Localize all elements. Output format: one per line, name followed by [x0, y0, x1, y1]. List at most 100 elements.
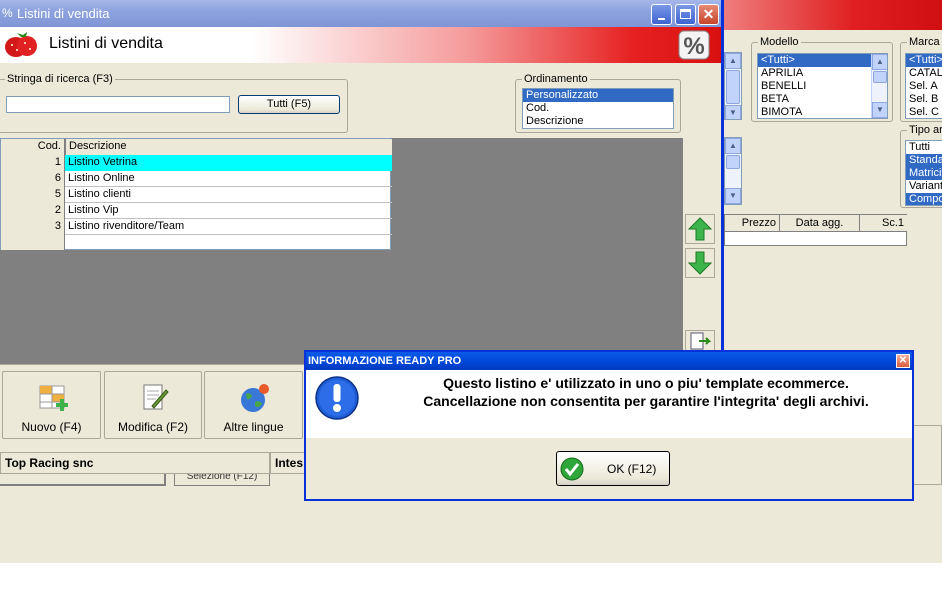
list-item[interactable]: <Tutti>: [906, 54, 942, 67]
list-item[interactable]: Standar: [906, 154, 942, 167]
list-item[interactable]: Varianti: [906, 180, 942, 193]
list-item[interactable]: Descrizione: [523, 115, 673, 128]
edit-button-label: Modifica (F2): [117, 420, 188, 434]
column-header-descrizione[interactable]: Descrizione: [65, 139, 392, 155]
scroll-up-icon[interactable]: ▲: [725, 53, 741, 69]
background-listbox-left-2[interactable]: ▲ ▼: [724, 137, 742, 205]
list-item[interactable]: <Tutti>: [758, 54, 887, 67]
search-groupbox: Stringa di ricerca (F3) Tutti (F5): [0, 73, 348, 133]
list-item[interactable]: BIMOTA: [758, 106, 887, 118]
scroll-thumb[interactable]: [726, 155, 740, 169]
table-row[interactable]: 1 Listino Vetrina: [1, 155, 392, 171]
list-item[interactable]: Sel. B: [906, 93, 942, 106]
close-button[interactable]: ✕: [698, 4, 719, 25]
window-titlebar: % Listini di vendita ✕: [0, 0, 721, 27]
cell-descrizione: Listino clienti: [68, 188, 131, 200]
list-item[interactable]: Tutti: [906, 141, 942, 154]
table-row[interactable]: 6 Listino Online: [1, 171, 392, 187]
ordering-label: Ordinamento: [522, 73, 590, 85]
move-down-button[interactable]: [685, 248, 715, 278]
modello-label: Modello: [758, 36, 801, 48]
maximize-button[interactable]: [675, 4, 696, 25]
modello-groupbox: Modello <Tutti> APRILIA BENELLI BETA BIM…: [751, 36, 893, 122]
dialog-body: Questo listino e' utilizzato in uno o pi…: [306, 370, 912, 438]
header-title: Listini di vendita: [49, 35, 163, 52]
list-item[interactable]: APRILIA: [758, 67, 887, 80]
other-languages-label: Altre lingue: [223, 420, 284, 434]
cell-cod: 1: [1, 155, 65, 171]
new-table-icon: [39, 385, 68, 411]
background-window-titlebar: [720, 0, 942, 30]
marca-groupbox: Marca <Tutti> CATALO Sel. A Sel. B Sel. …: [900, 36, 942, 122]
dialog-message-line2: Cancellazione non consentita per garanti…: [423, 393, 869, 409]
search-label: Stringa di ricerca (F3): [5, 73, 115, 85]
list-item[interactable]: Sel. C: [906, 106, 942, 118]
column-header-sc1[interactable]: Sc.1: [860, 215, 907, 232]
ordering-listbox[interactable]: Personalizzato Cod. Descrizione: [522, 88, 674, 129]
background-price-table: Prezzo Data agg. Sc.1: [724, 214, 907, 246]
cell-cod: 2: [1, 203, 65, 219]
info-dialog: INFORMAZIONE READY PRO ✕ Questo listino …: [304, 350, 914, 501]
export-button[interactable]: [685, 330, 715, 352]
arrow-down-icon: [687, 251, 713, 275]
grid-header-row: Cod. Descrizione: [1, 139, 392, 155]
clipped-selection-button[interactable]: Selezione (F12): [174, 474, 270, 486]
move-up-button[interactable]: [685, 214, 715, 244]
maximize-icon: [680, 9, 691, 19]
table-row-empty[interactable]: [1, 235, 392, 251]
close-icon: ✕: [702, 6, 715, 22]
ok-button-label: OK (F12): [607, 462, 657, 476]
scroll-down-icon[interactable]: ▼: [725, 105, 741, 119]
list-item[interactable]: CATALO: [906, 67, 942, 80]
tipo-articolo-groupbox: Tipo art Tutti Standar Matrici Varianti …: [900, 124, 942, 208]
modello-listbox[interactable]: <Tutti> APRILIA BENELLI BETA BIMOTA ▲ ▼: [757, 53, 888, 119]
list-item[interactable]: Sel. A: [906, 80, 942, 93]
table-row[interactable]: 3 Listino rivenditore/Team: [1, 219, 392, 235]
list-item[interactable]: Cod.: [523, 102, 673, 115]
document-export-icon: [690, 332, 712, 350]
svg-text:%: %: [683, 33, 704, 60]
scroll-thumb[interactable]: [726, 70, 740, 104]
table-row[interactable]: 2 Listino Vip: [1, 203, 392, 219]
list-item[interactable]: BENELLI: [758, 80, 887, 93]
edit-button[interactable]: Modifica (F2): [104, 371, 202, 439]
marca-label: Marca: [907, 36, 942, 48]
arrow-up-icon: [687, 217, 713, 241]
scroll-thumb[interactable]: [873, 71, 887, 83]
minimize-button[interactable]: [651, 4, 672, 25]
cell-descrizione: Listino Online: [68, 172, 135, 184]
scroll-down-icon[interactable]: ▼: [725, 188, 741, 204]
column-header-cod[interactable]: Cod.: [1, 139, 65, 155]
list-item[interactable]: Compos: [906, 193, 942, 205]
background-toolbar-fragment: [912, 425, 942, 485]
column-header-data-agg[interactable]: Data agg.: [780, 215, 860, 232]
scroll-down-icon[interactable]: ▼: [872, 102, 887, 118]
globe-icon: [241, 384, 269, 412]
all-button[interactable]: Tutti (F5): [238, 95, 340, 114]
minimize-icon: [658, 18, 665, 20]
other-languages-button[interactable]: Altre lingue: [204, 371, 303, 439]
pricelist-grid: Cod. Descrizione 1 Listino Vetrina 6 Lis…: [0, 138, 392, 251]
percent-icon: %: [678, 30, 710, 60]
list-item[interactable]: BETA: [758, 93, 887, 106]
marca-listbox[interactable]: <Tutti> CATALO Sel. A Sel. B Sel. C: [905, 53, 942, 119]
info-exclamation-icon: [315, 376, 359, 420]
table-row[interactable]: 5 Listino clienti: [1, 187, 392, 203]
background-listbox-left[interactable]: ▲ ▼: [724, 52, 742, 120]
ok-button[interactable]: OK (F12): [556, 451, 670, 486]
tipo-articolo-listbox[interactable]: Tutti Standar Matrici Varianti Compos: [905, 140, 942, 206]
list-item[interactable]: Personalizzato: [523, 89, 673, 102]
scroll-up-icon[interactable]: ▲: [725, 138, 741, 154]
cell-cod: 5: [1, 187, 65, 203]
search-input[interactable]: [6, 96, 230, 113]
dialog-close-button[interactable]: ✕: [896, 354, 910, 368]
window-header: Listini di vendita %: [0, 27, 721, 63]
ordering-groupbox: Ordinamento Personalizzato Cod. Descrizi…: [515, 73, 681, 133]
cell-descrizione: [65, 235, 392, 251]
cell-cod: [1, 235, 65, 250]
status-company: Top Racing snc: [0, 452, 270, 474]
scroll-up-icon[interactable]: ▲: [872, 54, 887, 70]
column-header-prezzo[interactable]: Prezzo: [725, 215, 780, 232]
list-item[interactable]: Matrici: [906, 167, 942, 180]
new-button[interactable]: Nuovo (F4): [2, 371, 101, 439]
